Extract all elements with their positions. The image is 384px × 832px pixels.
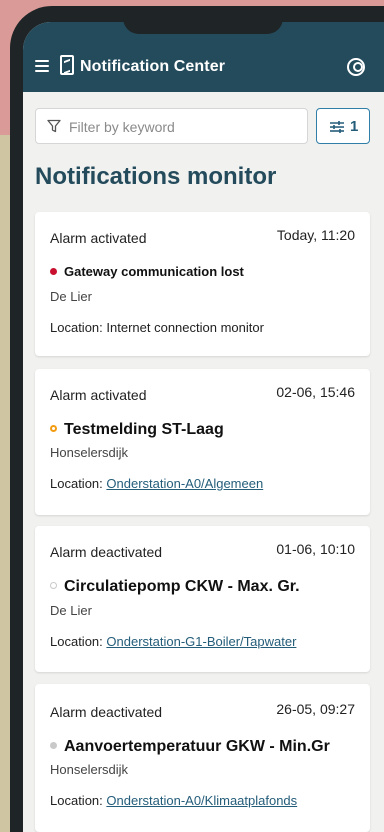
location-link[interactable]: Onderstation-G1-Boiler/Tapwater xyxy=(106,634,296,649)
menu-icon[interactable] xyxy=(35,60,49,72)
notification-location: Location: Onderstation-A0/Algemeen xyxy=(50,476,264,491)
severity-dot-icon xyxy=(50,268,57,276)
notification-place: Honselersdijk xyxy=(50,445,129,460)
app-screen: Notification Center Filter by keyword 1 … xyxy=(23,22,384,832)
notification-time: Today, 11:20 xyxy=(276,227,355,243)
alarm-status: Alarm deactivated xyxy=(50,544,163,560)
sliders-icon xyxy=(330,121,344,133)
notification-time: 01-06, 10:10 xyxy=(276,541,355,557)
notification-time: 26-05, 09:27 xyxy=(276,701,355,717)
funnel-icon xyxy=(47,119,61,133)
notification-place: De Lier xyxy=(50,603,92,618)
location-text: Internet connection monitor xyxy=(106,320,264,335)
severity-dot-icon xyxy=(50,742,57,750)
notification-location: Location: Onderstation-A0/Klimaatplafond… xyxy=(50,793,298,808)
location-link[interactable]: Onderstation-A0/Klimaatplafonds xyxy=(106,793,297,808)
filter-settings-button[interactable]: 1 xyxy=(316,108,370,144)
app-title: Notification Center xyxy=(80,58,226,75)
severity-dot-icon xyxy=(50,582,57,590)
severity-dot-icon xyxy=(50,425,57,433)
alarm-status: Alarm deactivated xyxy=(50,704,163,720)
notification-location: Location: Internet connection monitor xyxy=(50,320,264,335)
keyword-filter-input[interactable]: Filter by keyword xyxy=(35,108,308,144)
notification-card[interactable]: Alarm deactivated 01-06, 10:10 Circulati… xyxy=(35,526,370,672)
location-link[interactable]: Onderstation-A0/Algemeen xyxy=(106,476,263,491)
notification-place: Honselersdijk xyxy=(50,762,129,777)
alarm-status: Alarm activated xyxy=(50,387,147,403)
notification-place: De Lier xyxy=(50,289,92,304)
notification-card[interactable]: Alarm activated Today, 11:20 Gateway com… xyxy=(35,212,370,356)
active-filter-count: 1 xyxy=(350,118,359,135)
alarm-status: Alarm activated xyxy=(50,230,147,246)
notification-location: Location: Onderstation-G1-Boiler/Tapwate… xyxy=(50,634,297,649)
notification-title: Circulatiepomp CKW - Max. Gr. xyxy=(50,578,300,596)
account-icon[interactable] xyxy=(347,58,365,76)
notification-time: 02-06, 15:46 xyxy=(276,384,355,400)
phone-notch xyxy=(123,8,283,34)
app-logo-icon xyxy=(60,55,74,75)
filter-placeholder: Filter by keyword xyxy=(69,119,175,135)
filter-row: Filter by keyword 1 xyxy=(35,108,372,144)
notification-card[interactable]: Alarm deactivated 26-05, 09:27 Aanvoerte… xyxy=(35,684,370,832)
notification-card[interactable]: Alarm activated 02-06, 15:46 Testmelding… xyxy=(35,369,370,515)
notification-title: Aanvoertemperatuur GKW - Min.Gr xyxy=(50,738,330,756)
notification-title: Gateway communication lost xyxy=(50,264,244,279)
notification-title: Testmelding ST-Laag xyxy=(50,421,224,439)
page-title: Notifications monitor xyxy=(35,163,277,190)
